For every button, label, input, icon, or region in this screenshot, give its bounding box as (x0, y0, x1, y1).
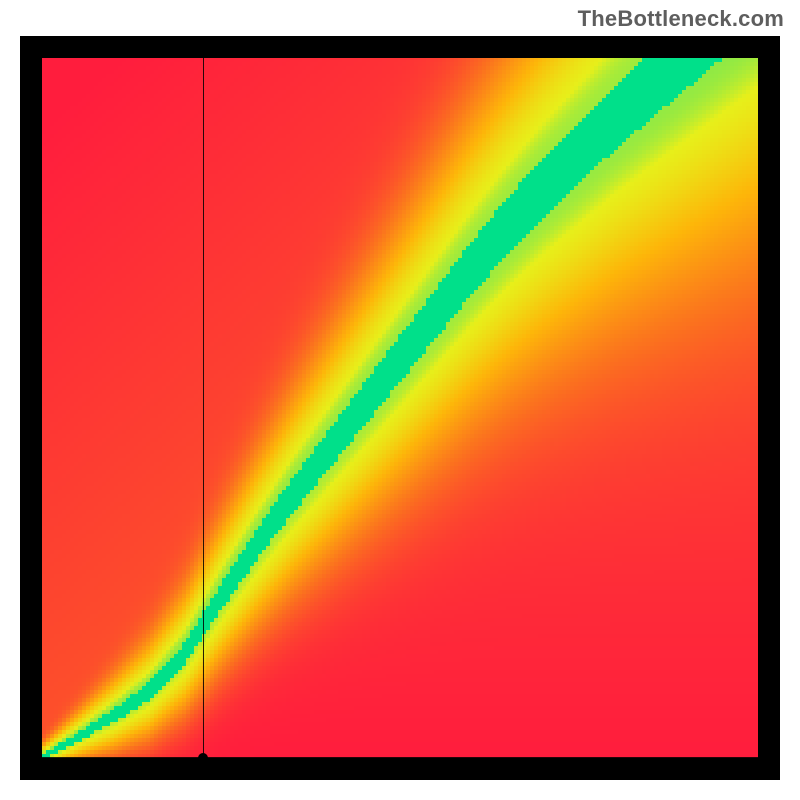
heatmap-canvas (42, 58, 758, 758)
attribution-watermark: TheBottleneck.com (578, 6, 784, 32)
plot-area (42, 58, 758, 758)
chart-wrap: TheBottleneck.com (0, 0, 800, 800)
plot-border (20, 36, 780, 780)
